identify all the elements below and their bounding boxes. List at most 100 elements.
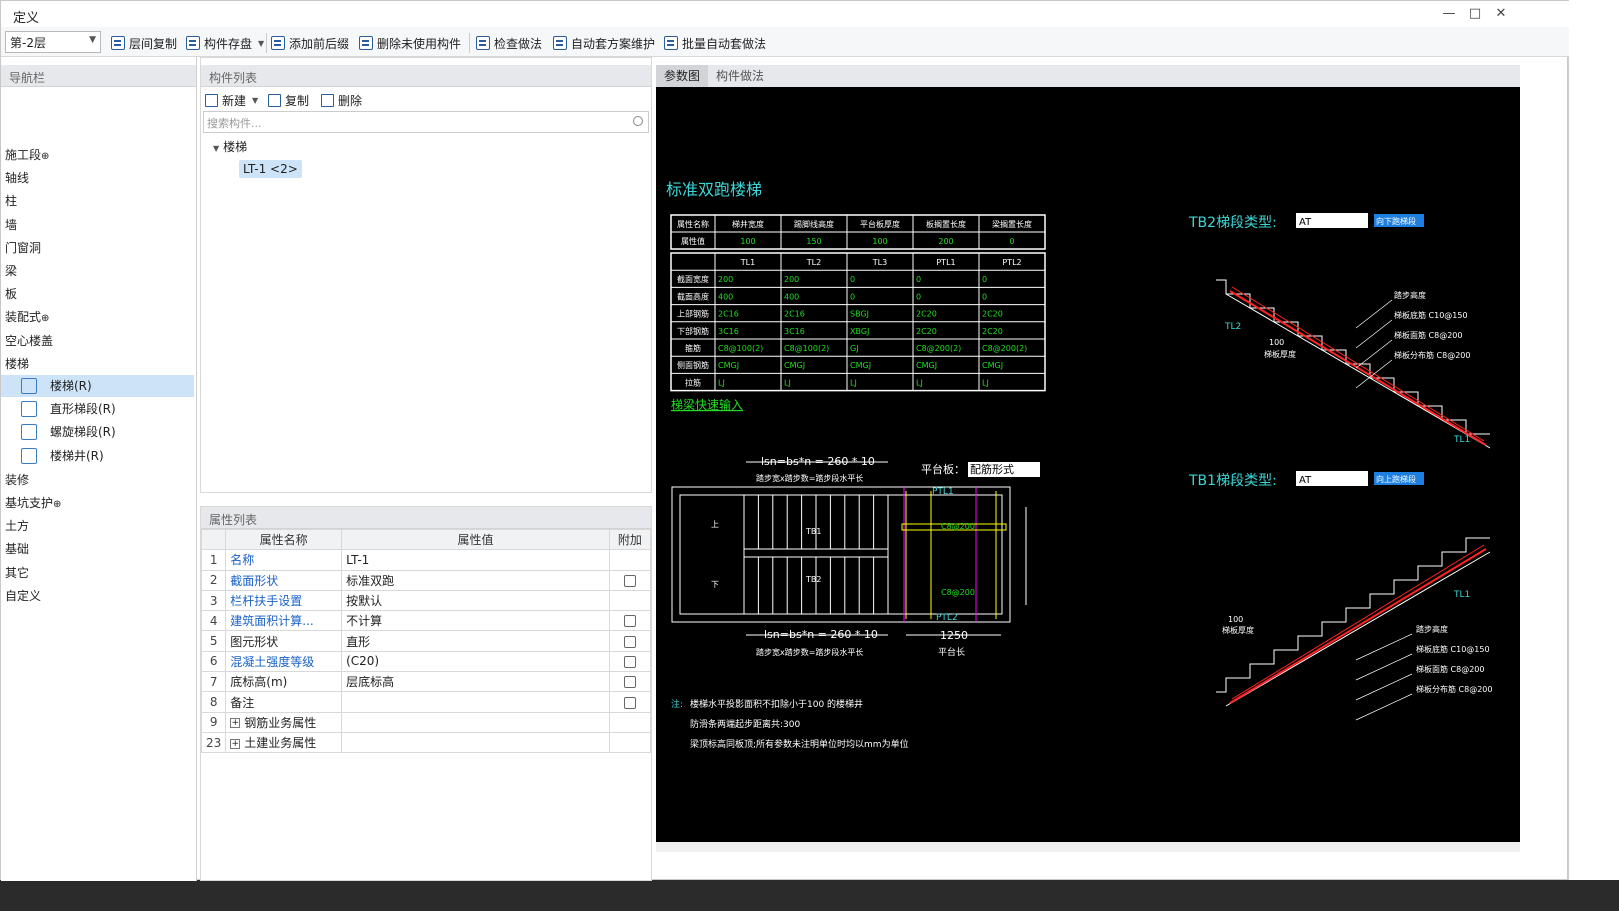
extra-checkbox[interactable]	[623, 574, 636, 587]
nav-item[interactable]: 门窗洞	[5, 238, 41, 258]
property-value[interactable]: (C20)	[341, 650, 610, 673]
property-value[interactable]: 层底标高	[341, 671, 610, 693]
nav-item[interactable]: 装配式⊕	[5, 307, 49, 327]
table2-cell[interactable]: 0	[850, 292, 855, 301]
property-value[interactable]	[341, 711, 610, 733]
table2-cell[interactable]: CMGJ	[718, 361, 739, 370]
chevron-down-icon[interactable]: ▼	[213, 144, 219, 153]
nav-subitem[interactable]: 螺旋梯段(R)	[1, 421, 194, 443]
search-icon[interactable]	[633, 116, 643, 126]
property-row[interactable]: 8 备注	[200, 691, 652, 713]
table2-cell[interactable]: C8@200(2)	[916, 344, 961, 353]
table2-cell[interactable]: 400	[784, 292, 799, 301]
property-value[interactable]: 标准双跑	[341, 569, 610, 591]
property-row[interactable]: 4 建筑面积计算... 不计算	[200, 610, 652, 632]
table2-cell[interactable]: LJ	[982, 378, 989, 387]
table2-cell[interactable]: XBGJ	[850, 327, 869, 336]
property-value[interactable]: 按默认	[341, 589, 610, 612]
nav-item[interactable]: 梁	[5, 261, 17, 281]
nav-item[interactable]: 土方	[5, 516, 29, 536]
table2-cell[interactable]: CMGJ	[850, 361, 871, 370]
property-row[interactable]: 3 栏杆扶手设置 按默认	[200, 589, 652, 612]
table2-cell[interactable]: 3C16	[718, 327, 739, 336]
property-row[interactable]: 6 混凝土强度等级 (C20)	[200, 650, 652, 673]
expand-icon[interactable]: +	[230, 738, 241, 749]
property-row[interactable]: 2 截面形状 标准双跑	[200, 569, 652, 591]
table2-cell[interactable]: CMGJ	[982, 361, 1003, 370]
table2-cell[interactable]: 2C20	[982, 327, 1003, 336]
nav-item[interactable]: 自定义	[5, 586, 41, 606]
tree-item-lt1[interactable]: LT-1 <2>	[239, 160, 302, 178]
property-row[interactable]: 23 + 土建业务属性	[200, 731, 652, 754]
extra-checkbox[interactable]	[623, 696, 636, 709]
extra-checkbox[interactable]	[623, 655, 636, 668]
maximize-icon[interactable]: □	[1465, 5, 1485, 23]
property-value[interactable]	[341, 691, 610, 713]
nav-item[interactable]: 空心楼盖	[5, 331, 53, 351]
table2-cell[interactable]: C8@100(2)	[718, 344, 763, 353]
extra-checkbox[interactable]	[623, 676, 636, 689]
table2-cell[interactable]: C8@100(2)	[784, 344, 829, 353]
table2-cell[interactable]: GJ	[850, 344, 859, 353]
nav-item[interactable]: 墙	[5, 215, 17, 235]
nav-item[interactable]: 板	[5, 284, 17, 304]
table1-value[interactable]: 150	[806, 237, 821, 246]
table2-cell[interactable]: 200	[784, 275, 799, 284]
property-row[interactable]: 7 底标高(m) 层底标高	[200, 671, 652, 693]
property-value[interactable]: 不计算	[341, 610, 610, 632]
table2-cell[interactable]: LJ	[850, 378, 857, 387]
table2-cell[interactable]: 0	[916, 292, 921, 301]
expand-icon[interactable]: +	[230, 718, 241, 729]
batch-auto-button[interactable]: 批量自动套做法	[664, 34, 766, 52]
nav-item[interactable]: 基坑支护⊕	[5, 493, 61, 513]
table2-cell[interactable]: CMGJ	[784, 361, 805, 370]
save-component-button[interactable]: 构件存盘 ▼	[186, 34, 264, 52]
nav-subitem[interactable]: 直形梯段(R)	[1, 398, 194, 420]
table2-cell[interactable]: 400	[718, 292, 733, 301]
table1-value[interactable]: 0	[1009, 237, 1014, 246]
tab-parameter-diagram[interactable]: 参数图	[656, 65, 709, 87]
table2-cell[interactable]: LJ	[718, 378, 725, 387]
delete-unused-button[interactable]: 删除未使用构件	[359, 34, 461, 52]
close-icon[interactable]: ✕	[1491, 5, 1511, 23]
property-row[interactable]: 5 图元形状 直形	[200, 630, 652, 652]
nav-item[interactable]: 轴线	[5, 168, 29, 188]
table1-value[interactable]: 100	[872, 237, 887, 246]
search-input[interactable]: 搜索构件...	[203, 111, 649, 133]
table2-cell[interactable]: 2C16	[718, 310, 739, 319]
table2-cell[interactable]: C8@200(2)	[982, 344, 1027, 353]
property-value[interactable]	[341, 731, 610, 754]
delete-button[interactable]: 删除	[321, 92, 362, 109]
table2-cell[interactable]: SBGJ	[850, 310, 869, 319]
table2-cell[interactable]: 0	[916, 275, 921, 284]
table2-cell[interactable]: CMGJ	[916, 361, 937, 370]
property-value[interactable]: LT-1	[341, 549, 610, 571]
table2-cell[interactable]: 2C20	[916, 327, 937, 336]
table1-value[interactable]: 200	[938, 237, 953, 246]
property-row[interactable]: 1 名称 LT-1	[200, 549, 652, 571]
table2-cell[interactable]: 3C16	[784, 327, 805, 336]
table2-cell[interactable]: 2C16	[784, 310, 805, 319]
check-method-button[interactable]: 检查做法	[476, 34, 542, 52]
nav-subitem[interactable]: 楼梯井(R)	[1, 445, 194, 467]
table2-cell[interactable]: 200	[718, 275, 733, 284]
table1-value[interactable]: 100	[740, 237, 755, 246]
auto-scheme-button[interactable]: 自动套方案维护	[553, 34, 655, 52]
table2-cell[interactable]: 2C20	[916, 310, 937, 319]
minimize-icon[interactable]: —	[1439, 5, 1459, 23]
table2-cell[interactable]: 2C20	[982, 310, 1003, 319]
new-button[interactable]: 新建 ▼	[205, 92, 258, 109]
nav-subitem[interactable]: 楼梯(R)	[1, 375, 194, 397]
nav-item[interactable]: 其它	[5, 563, 29, 583]
copy-between-floors-button[interactable]: 层间复制	[111, 34, 177, 52]
nav-item[interactable]: 施工段⊕	[5, 145, 49, 165]
tab-component-method[interactable]: 构件做法	[708, 65, 772, 87]
tree-node-stairs[interactable]: ▼ 楼梯	[213, 138, 247, 155]
copy-button[interactable]: 复制	[268, 92, 309, 109]
extra-checkbox[interactable]	[623, 615, 636, 628]
nav-item[interactable]: 装修	[5, 470, 29, 490]
nav-item[interactable]: 柱	[5, 191, 17, 211]
nav-item[interactable]: 楼梯	[5, 354, 29, 374]
table2-cell[interactable]: LJ	[916, 378, 923, 387]
property-value[interactable]: 直形	[341, 630, 610, 652]
